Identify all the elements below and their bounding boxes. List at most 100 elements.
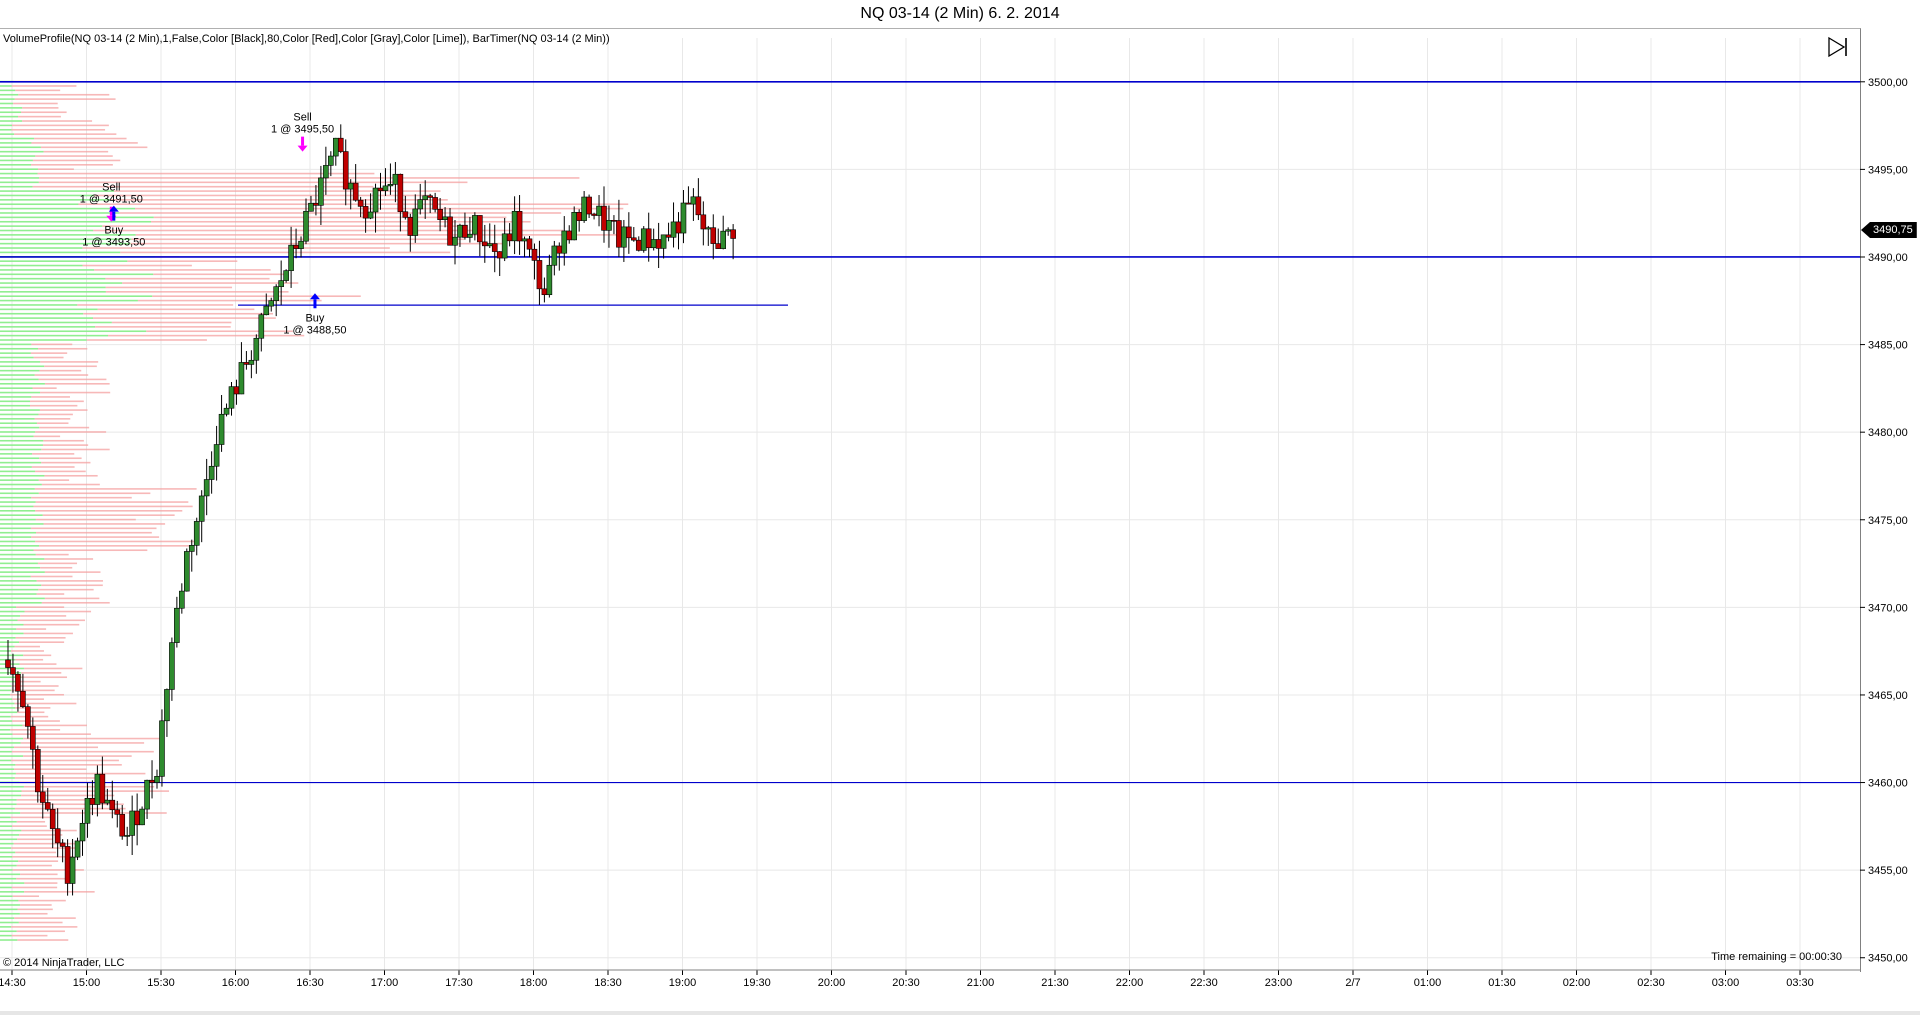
- candle-body: [283, 270, 289, 281]
- profile-sell-bar: [31, 396, 70, 398]
- profile-sell-bar: [15, 764, 122, 766]
- profile-sell-bar: [83, 312, 274, 315]
- profile-buy-bar: [0, 536, 32, 538]
- time-tick-label: 16:30: [296, 977, 324, 989]
- candle-body: [318, 177, 324, 206]
- profile-buy-bar: [0, 755, 24, 757]
- profile-sell-bar: [37, 347, 88, 350]
- profile-buy-bar: [0, 728, 11, 731]
- candle-body: [635, 239, 642, 251]
- profile-sell-bar: [12, 720, 60, 722]
- profile-buy-bar: [0, 216, 154, 219]
- candle-body: [79, 822, 86, 842]
- profile-buy-bar: [0, 378, 39, 381]
- profile-sell-bar: [16, 930, 65, 933]
- profile-buy-bar: [0, 203, 79, 206]
- profile-sell-bar: [153, 216, 507, 219]
- candle-body: [198, 495, 205, 522]
- profile-sell-bar: [23, 785, 155, 788]
- profile-sell-bar: [22, 107, 59, 109]
- candle-body: [342, 151, 349, 190]
- candle-body: [467, 233, 473, 238]
- profile-buy-bar: [0, 93, 19, 96]
- profile-buy-bar: [0, 282, 123, 284]
- candle-body: [74, 840, 81, 858]
- bottom-status-strip: [0, 1011, 1920, 1015]
- candle-body: [25, 706, 31, 727]
- candle-body: [253, 337, 260, 361]
- profile-sell-bar: [23, 667, 83, 670]
- profile-sell-bar: [17, 939, 69, 941]
- candle-body: [94, 773, 101, 805]
- candle-body: [516, 210, 523, 242]
- profile-buy-bar: [0, 142, 32, 144]
- profile-sell-bar: [30, 352, 68, 354]
- profile-buy-bar: [0, 926, 12, 928]
- profile-sell-bar: [105, 291, 289, 293]
- profile-sell-bar: [40, 146, 148, 149]
- profile-buy-bar: [0, 413, 39, 416]
- price-chart[interactable]: Sell1 @ 3495,50Sell1 @ 3491,50Buy1 @ 349…: [0, 0, 1920, 1015]
- profile-buy-bar: [0, 466, 32, 468]
- candle-body: [303, 210, 309, 242]
- candle-body: [685, 202, 692, 205]
- candle-body: [581, 196, 587, 221]
- profile-buy-bar: [0, 334, 109, 337]
- candle-body: [496, 251, 503, 259]
- skip-to-end-icon[interactable]: [1826, 36, 1850, 58]
- profile-sell-bar: [14, 98, 116, 100]
- profile-buy-bar: [0, 816, 11, 819]
- profile-buy-bar: [0, 715, 11, 718]
- candle-body: [491, 243, 498, 252]
- profile-sell-bar: [33, 505, 193, 508]
- profile-sell-bar: [120, 251, 451, 254]
- profile-sell-bar: [97, 308, 255, 311]
- profile-buy-bar: [0, 912, 20, 915]
- profile-sell-bar: [114, 190, 441, 192]
- candle-body: [263, 305, 270, 316]
- profile-sell-bar: [15, 707, 51, 709]
- candle-body: [526, 238, 533, 250]
- profile-sell-bar: [18, 115, 61, 118]
- candle-body: [511, 210, 518, 242]
- time-tick-label: 02:30: [1637, 977, 1665, 989]
- profile-sell-bar: [30, 164, 113, 166]
- trade-label-detail: 1 @ 3491,50: [80, 194, 143, 206]
- profile-sell-bar: [11, 886, 58, 889]
- profile-sell-bar: [39, 369, 82, 372]
- profile-buy-bar: [0, 540, 36, 543]
- time-tick-label: 01:30: [1488, 977, 1516, 989]
- candle-body: [218, 413, 225, 445]
- profile-buy-bar: [0, 580, 37, 582]
- profile-sell-bar: [38, 492, 151, 495]
- profile-sell-bar: [41, 483, 100, 486]
- profile-sell-bar: [11, 128, 106, 131]
- candle-body: [39, 791, 46, 803]
- profile-buy-bar: [0, 260, 128, 262]
- profile-sell-bar: [34, 488, 197, 490]
- profile-sell-bar: [17, 838, 53, 841]
- profile-sell-bar: [111, 321, 232, 324]
- profile-sell-bar: [39, 409, 88, 411]
- profile-sell-bar: [44, 597, 100, 600]
- candle-body: [377, 187, 384, 191]
- indicator-label: VolumeProfile(NQ 03-14 (2 Min),1,False,C…: [3, 33, 610, 45]
- profile-sell-bar: [24, 610, 92, 613]
- candle-body: [328, 155, 334, 166]
- candle-body: [472, 215, 478, 235]
- profile-sell-bar: [18, 93, 110, 96]
- profile-buy-bar: [0, 750, 12, 753]
- candle-body: [462, 224, 468, 238]
- profile-buy-bar: [0, 220, 151, 223]
- profile-sell-bar: [33, 435, 61, 438]
- profile-sell-bar: [43, 439, 84, 442]
- price-tick-label: 3460,00: [1868, 778, 1908, 790]
- candle-body: [288, 244, 294, 271]
- profile-sell-bar: [152, 295, 361, 298]
- time-tick-label: 16:00: [222, 977, 250, 989]
- profile-buy-bar: [0, 457, 40, 460]
- profile-buy-bar: [0, 886, 12, 889]
- profile-buy-bar: [0, 369, 40, 372]
- candle-body: [710, 227, 717, 244]
- price-tick-label: 3485,00: [1868, 340, 1908, 352]
